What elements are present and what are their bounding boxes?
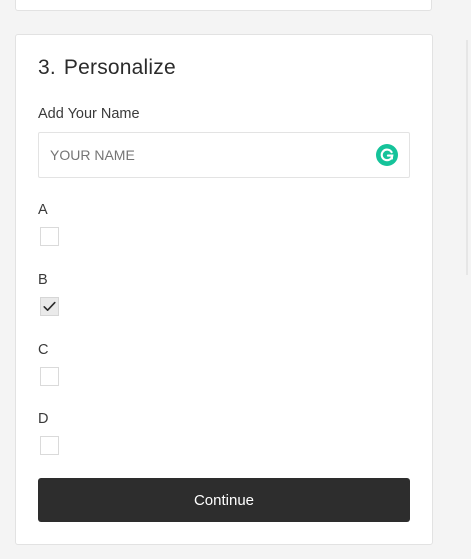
name-field-label: Add Your Name	[38, 106, 140, 122]
option-b-label: B	[38, 272, 48, 288]
section-title: 3. Personalize	[38, 56, 176, 80]
section-title-text: Personalize	[63, 56, 176, 79]
personalize-section-card: 3. Personalize Add Your Name A B C D Cont…	[15, 34, 433, 545]
check-icon	[43, 301, 56, 311]
side-divider	[466, 40, 468, 275]
grammarly-icon[interactable]	[376, 144, 398, 166]
option-b: B	[38, 272, 59, 316]
continue-button[interactable]: Continue	[38, 478, 410, 522]
option-a-checkbox[interactable]	[40, 227, 59, 246]
name-input[interactable]	[39, 133, 369, 177]
option-b-checkbox[interactable]	[40, 297, 59, 316]
previous-section-card	[15, 0, 432, 11]
option-a: A	[38, 202, 59, 246]
option-a-label: A	[38, 202, 48, 218]
option-d-label: D	[38, 411, 49, 427]
option-d: D	[38, 411, 59, 455]
section-number: 3.	[38, 56, 56, 79]
option-c-label: C	[38, 342, 49, 358]
option-c: C	[38, 342, 59, 386]
name-field	[38, 132, 410, 178]
option-c-checkbox[interactable]	[40, 367, 59, 386]
option-d-checkbox[interactable]	[40, 436, 59, 455]
